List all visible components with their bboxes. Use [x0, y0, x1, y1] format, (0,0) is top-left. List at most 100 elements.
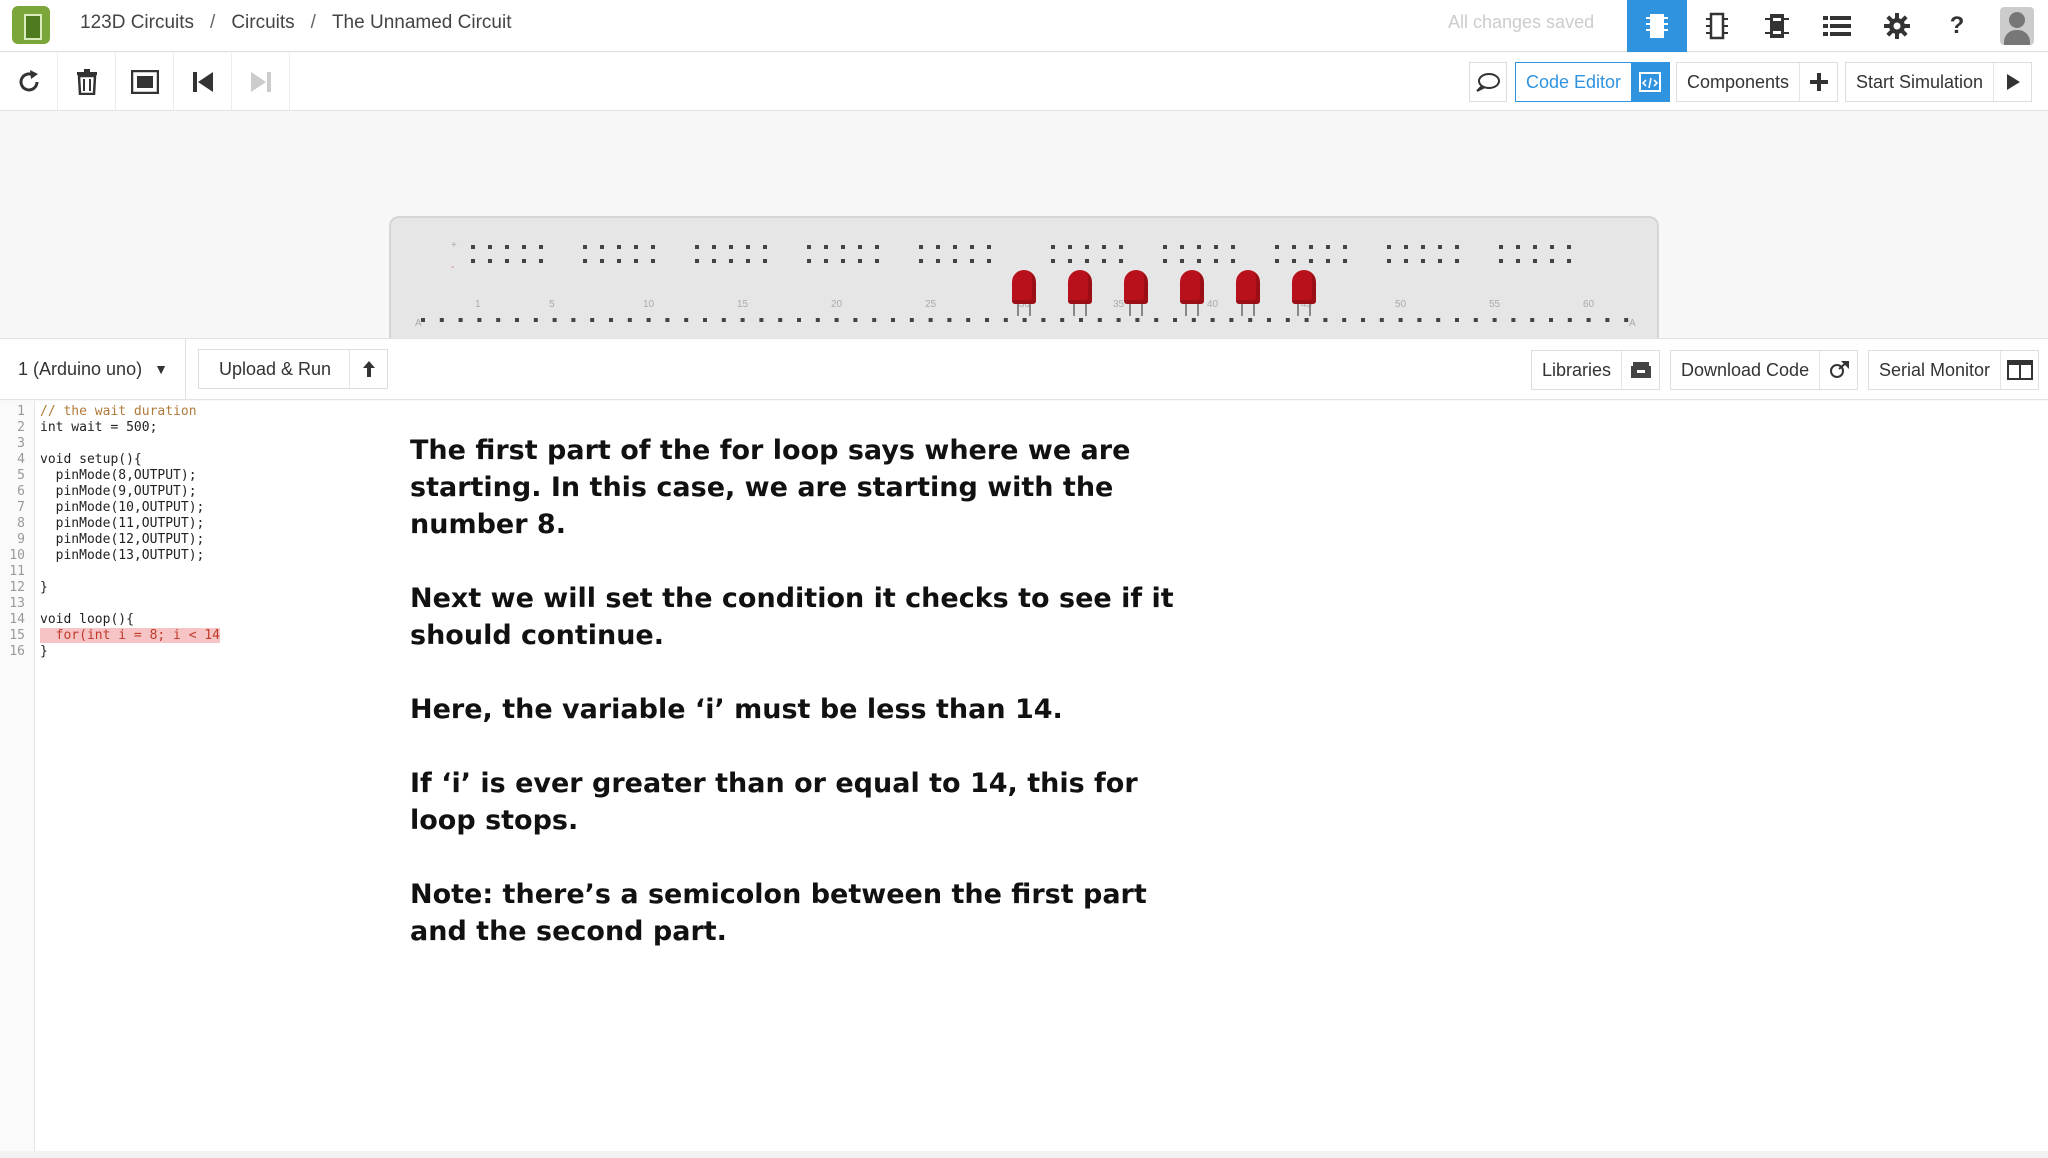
breadboard-hole[interactable]: [1275, 245, 1279, 249]
breadboard-hole[interactable]: [1455, 318, 1459, 322]
breadboard-hole[interactable]: [853, 318, 858, 322]
breadboard-hole[interactable]: [858, 259, 862, 263]
breadboard-hole[interactable]: [583, 259, 587, 263]
breadboard-hole[interactable]: [807, 259, 811, 263]
breadboard-hole[interactable]: [1197, 259, 1201, 263]
step-back-button[interactable]: [174, 53, 232, 111]
breadboard-hole[interactable]: [665, 318, 670, 322]
breadboard-hole[interactable]: [1003, 318, 1008, 322]
breadboard-hole[interactable]: [987, 259, 991, 263]
code-line[interactable]: }: [40, 644, 220, 660]
breadboard-hole[interactable]: [1180, 259, 1184, 263]
breadboard-hole[interactable]: [1455, 245, 1459, 249]
breadboard-hole[interactable]: [1191, 318, 1196, 322]
breadboard-hole[interactable]: [987, 245, 991, 249]
breadcrumb-circuit-name[interactable]: The Unnamed Circuit: [332, 12, 512, 34]
breadboard-hole[interactable]: [488, 245, 492, 249]
breadboard-hole[interactable]: [953, 245, 957, 249]
breadboard-hole[interactable]: [1051, 245, 1055, 249]
breadboard-hole[interactable]: [1550, 245, 1554, 249]
breadboard-hole[interactable]: [1173, 318, 1177, 322]
breadboard-hole[interactable]: [919, 245, 923, 249]
breadboard-hole[interactable]: [1292, 259, 1296, 263]
breadboard-view-icon[interactable]: [1627, 0, 1687, 52]
breadboard-hole[interactable]: [1343, 259, 1347, 263]
breadboard-hole[interactable]: [1304, 318, 1309, 322]
breadboard-hole[interactable]: [684, 318, 689, 322]
breadboard-hole[interactable]: [609, 318, 613, 322]
breadboard-hole[interactable]: [1326, 259, 1330, 263]
breadboard-hole[interactable]: [1567, 318, 1572, 322]
breadboard-hole[interactable]: [858, 245, 862, 249]
upload-run-button[interactable]: Upload & Run: [198, 349, 389, 389]
red-led[interactable]: [1180, 270, 1204, 316]
breadboard-hole[interactable]: [1361, 318, 1365, 322]
code-editor-button[interactable]: Code Editor: [1515, 62, 1671, 102]
breadboard-hole[interactable]: [1135, 318, 1140, 322]
breadboard-hole[interactable]: [746, 259, 750, 263]
breadboard-hole[interactable]: [841, 259, 845, 263]
breadboard-hole[interactable]: [1231, 245, 1235, 249]
breadboard-hole[interactable]: [1323, 318, 1328, 322]
breadboard-hole[interactable]: [1119, 245, 1123, 249]
breadboard-hole[interactable]: [875, 259, 879, 263]
code-text[interactable]: // the wait duration int wait = 500; void …: [40, 404, 221, 660]
breadboard-hole[interactable]: [471, 245, 475, 249]
breadboard-hole[interactable]: [729, 259, 733, 263]
code-line[interactable]: void setup(){: [40, 452, 220, 468]
breadboard-hole[interactable]: [1102, 245, 1106, 249]
breadboard-hole[interactable]: [1499, 245, 1503, 249]
red-led[interactable]: [1236, 270, 1260, 316]
breadboard-hole[interactable]: [763, 245, 767, 249]
breadboard-hole[interactable]: [1285, 318, 1290, 322]
breadboard-hole[interactable]: [695, 245, 699, 249]
breadboard-hole[interactable]: [471, 259, 475, 263]
breadboard-hole[interactable]: [891, 318, 895, 322]
breadboard-hole[interactable]: [458, 318, 463, 322]
breadboard-hole[interactable]: [1586, 318, 1591, 322]
breadboard-hole[interactable]: [1379, 318, 1384, 322]
breadboard-hole[interactable]: [1605, 318, 1610, 322]
code-line[interactable]: }: [40, 580, 220, 596]
breadboard-hole[interactable]: [439, 318, 444, 322]
breadboard-hole[interactable]: [824, 245, 828, 249]
breadboard-hole[interactable]: [947, 318, 952, 322]
gear-icon[interactable]: [1867, 0, 1927, 52]
breadboard-hole[interactable]: [1438, 259, 1442, 263]
app-logo-icon[interactable]: [12, 6, 50, 44]
step-forward-button[interactable]: [232, 53, 290, 111]
breadboard-hole[interactable]: [600, 259, 604, 263]
code-line[interactable]: [40, 564, 220, 580]
breadboard-hole[interactable]: [1154, 318, 1159, 322]
code-line[interactable]: pinMode(11,OUTPUT);: [40, 516, 220, 532]
breadboard-hole[interactable]: [875, 245, 879, 249]
breadboard-hole[interactable]: [590, 318, 595, 322]
breadboard-hole[interactable]: [1060, 318, 1065, 322]
annotate-button[interactable]: [1469, 62, 1507, 102]
breadboard-hole[interactable]: [1085, 245, 1089, 249]
code-line[interactable]: // the wait duration: [40, 404, 220, 420]
start-simulation-button[interactable]: Start Simulation: [1845, 62, 2033, 102]
breadboard-hole[interactable]: [1309, 259, 1313, 263]
breadboard-hole[interactable]: [505, 245, 509, 249]
code-line[interactable]: [40, 436, 220, 452]
breadboard-hole[interactable]: [1275, 259, 1279, 263]
breadboard-hole[interactable]: [1102, 259, 1106, 263]
breadboard-hole[interactable]: [600, 245, 604, 249]
breadboard-hole[interactable]: [1079, 318, 1083, 322]
breadboard-hole[interactable]: [539, 245, 543, 249]
breadboard-hole[interactable]: [533, 318, 538, 322]
breadboard-hole[interactable]: [1116, 318, 1121, 322]
code-line[interactable]: for(int i = 8; i < 14: [40, 628, 221, 644]
code-line[interactable]: pinMode(9,OUTPUT);: [40, 484, 220, 500]
breadboard-hole[interactable]: [1309, 245, 1313, 249]
breadboard-hole[interactable]: [815, 318, 820, 322]
breadboard-hole[interactable]: [1342, 318, 1347, 322]
breadboard-hole[interactable]: [583, 245, 587, 249]
breadboard-hole[interactable]: [1163, 245, 1167, 249]
breadboard-hole[interactable]: [872, 318, 877, 322]
breadboard-hole[interactable]: [515, 318, 519, 322]
breadboard-hole[interactable]: [1404, 245, 1408, 249]
code-line[interactable]: pinMode(13,OUTPUT);: [40, 548, 220, 564]
download-code-button[interactable]: Download Code: [1670, 350, 1859, 390]
